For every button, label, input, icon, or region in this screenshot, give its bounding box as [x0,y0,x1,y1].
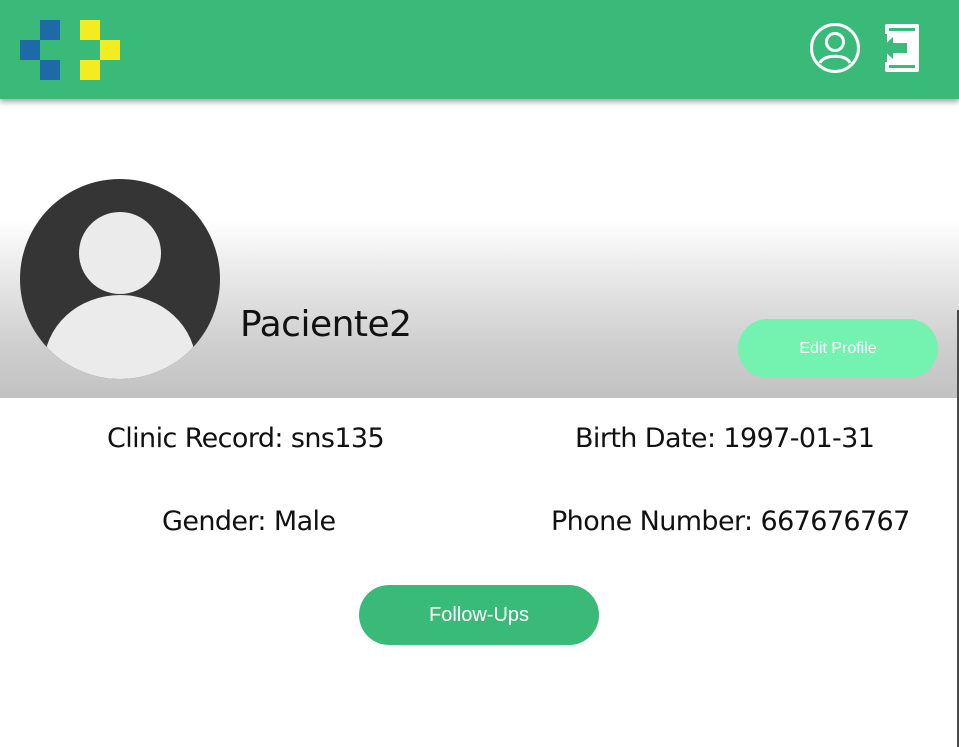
user-profile-button[interactable] [809,22,861,74]
logout-button[interactable] [873,22,925,74]
top-navigation-bar [0,0,959,99]
avatar-head-shape [79,212,161,294]
phone-number-field: Phone Number: 667676767 [551,506,910,537]
logo-square [100,40,120,60]
logout-icon [881,24,919,72]
app-logo[interactable] [20,20,120,80]
avatar-body-shape [44,295,196,379]
user-profile-icon [810,23,860,73]
profile-page: Paciente2 Edit Profile Clinic Record: sn… [0,0,959,747]
header-actions [809,22,925,74]
birth-date-label: Birth Date: [575,423,716,454]
clinic-record-value: sns135 [290,423,385,454]
logo-square [20,40,40,60]
username: Paciente2 [240,304,412,345]
clinic-record-field: Clinic Record: sns135 [107,423,385,454]
logo-square [80,60,100,80]
logo-square [40,60,60,80]
clinic-record-label: Clinic Record: [107,423,283,454]
logo-square [80,20,100,40]
birth-date-value: 1997-01-31 [723,423,875,454]
gender-field: Gender: Male [162,506,336,537]
gender-value: Male [273,506,336,537]
avatar [20,179,220,379]
phone-number-value: 667676767 [760,506,911,537]
birth-date-field: Birth Date: 1997-01-31 [575,423,875,454]
follow-ups-button[interactable]: Follow-Ups [359,585,599,645]
edit-profile-button[interactable]: Edit Profile [738,319,938,378]
phone-number-label: Phone Number: [551,506,753,537]
logo-square [40,20,60,40]
gender-label: Gender: [162,506,267,537]
